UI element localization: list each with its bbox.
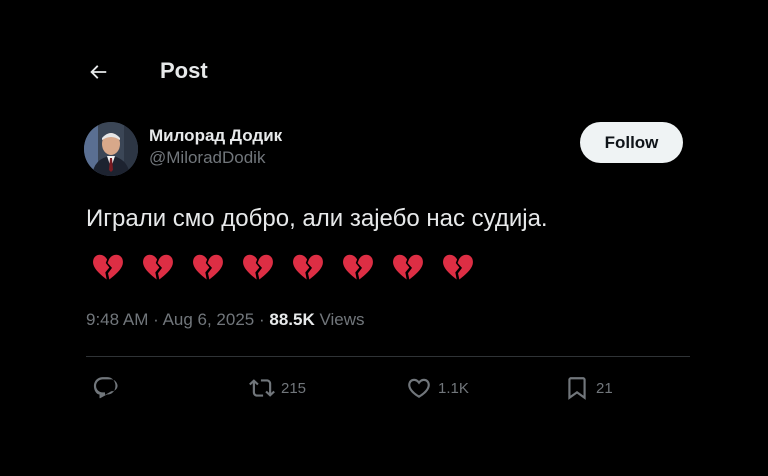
like-button[interactable]: 1.1K	[406, 372, 469, 404]
meta-separator: ·	[153, 310, 163, 329]
back-button[interactable]	[86, 60, 110, 84]
post-text: Играли смо добро, али зајебо нас судија.	[86, 205, 548, 232]
author-handle[interactable]: @MiloradDodik	[149, 147, 282, 169]
reply-button[interactable]	[92, 372, 124, 404]
bookmark-button[interactable]: 21	[564, 372, 613, 404]
post-meta: 9:48 AM · Aug 6, 2025 · 88.5K Views	[86, 310, 365, 330]
broken-heart-emoji	[93, 254, 123, 280]
bookmark-count: 21	[596, 379, 613, 397]
reply-icon	[93, 377, 118, 399]
post-time[interactable]: 9:48 AM	[86, 310, 148, 329]
author-display-name[interactable]: Милорад Додик	[149, 125, 282, 147]
broken-heart-emoji	[143, 254, 173, 280]
bookmark-icon	[568, 377, 586, 400]
action-bar: 215 1.1K 21	[0, 372, 768, 404]
broken-heart-emoji	[343, 254, 373, 280]
top-bar: Post	[86, 56, 208, 88]
arrow-left-icon	[90, 65, 107, 79]
broken-heart-emoji	[293, 254, 323, 280]
repost-count: 215	[281, 379, 307, 397]
broken-heart-emoji	[393, 254, 423, 280]
views-label: Views	[319, 310, 365, 329]
avatar[interactable]	[84, 122, 138, 176]
views-count: 88.5K	[269, 310, 315, 329]
meta-separator: ·	[259, 310, 270, 329]
author-block: Милорад Додик @MiloradDodik	[84, 122, 282, 176]
avatar-image	[84, 122, 138, 176]
page-title: Post	[160, 58, 208, 83]
repost-icon	[249, 379, 275, 397]
follow-button[interactable]: Follow	[580, 122, 683, 163]
broken-heart-emoji	[193, 254, 223, 280]
divider	[86, 356, 690, 357]
emoji-row	[92, 251, 474, 283]
like-count: 1.1K	[438, 379, 469, 397]
post-date[interactable]: Aug 6, 2025	[163, 310, 255, 329]
broken-heart-emoji	[443, 254, 473, 280]
repost-button[interactable]: 215	[249, 372, 306, 404]
broken-heart-emoji	[243, 254, 273, 280]
heart-icon	[408, 378, 430, 398]
